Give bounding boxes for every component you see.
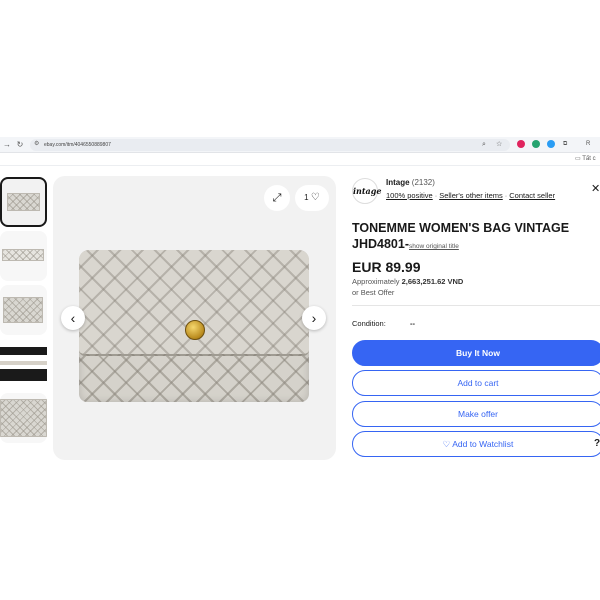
- thumbnail-bag-image: [0, 399, 47, 437]
- approx-price: Approximately 2,663,251.62 VND: [352, 277, 463, 286]
- seller-logo[interactable]: intage: [352, 178, 381, 204]
- condition-label: Condition:: [352, 319, 386, 328]
- chevron-right-icon[interactable]: ›: [302, 306, 326, 330]
- approx-label: Approximately: [352, 277, 400, 286]
- thumbnail-4[interactable]: [0, 339, 47, 389]
- thumbnail-3[interactable]: [0, 285, 47, 335]
- site-info-icon[interactable]: ⚙: [34, 141, 41, 148]
- watch-button[interactable]: 1 ♡: [295, 185, 329, 211]
- heart-icon: ♡: [310, 192, 320, 203]
- bag-flap: [79, 250, 309, 356]
- bookmark-folder[interactable]: ▭ Tất c: [575, 155, 596, 164]
- best-offer-text: or Best Offer: [352, 288, 395, 297]
- product-bag-image: [79, 250, 309, 402]
- price: EUR 89.99: [352, 259, 421, 275]
- contact-seller-link[interactable]: Contact seller: [509, 191, 555, 200]
- blue-extension-icon[interactable]: [547, 140, 555, 148]
- bookmark-folder-label: Tất c: [582, 156, 596, 162]
- forward-icon[interactable]: →: [2, 138, 12, 152]
- seller-name[interactable]: Intage (2132): [386, 178, 435, 187]
- seller-feedback-count: (2132): [411, 178, 435, 187]
- reload-icon[interactable]: ↻: [15, 138, 25, 152]
- positive-feedback-link[interactable]: 100% positive: [386, 191, 433, 200]
- green-extension-icon[interactable]: [532, 140, 540, 148]
- thumbnail-bag-image: [7, 193, 40, 211]
- watch-count: 1: [304, 193, 309, 202]
- add-to-cart-button[interactable]: Add to cart: [352, 370, 600, 396]
- show-original-title-link[interactable]: show original title: [409, 243, 459, 250]
- address-bar[interactable]: ⚙ ebay.com/itm/4046550889807 ⌕ ☆: [30, 139, 510, 151]
- main-product-image[interactable]: ⤢ 1 ♡ ‹ ›: [53, 176, 336, 460]
- url-text[interactable]: ebay.com/itm/4046550889807: [44, 140, 111, 150]
- bookmark-star-icon[interactable]: ☆: [496, 140, 502, 150]
- chevron-left-icon[interactable]: ‹: [61, 306, 85, 330]
- browser-toolbar: → ↻ ⚙ ebay.com/itm/4046550889807 ⌕ ☆ ⧉ R: [0, 137, 600, 153]
- seller-links: 100% positive · Seller's other items · Conta…: [386, 191, 556, 200]
- listing-title: TONEMME WOMEN'S BAG VINTAGE JHD4801-show…: [352, 220, 592, 255]
- thumbnail-5[interactable]: [0, 393, 47, 443]
- buy-it-now-button[interactable]: Buy It Now: [352, 340, 600, 366]
- listing-title-text: TONEMME WOMEN'S BAG VINTAGE JHD4801-: [352, 221, 570, 251]
- approx-value: 2,663,251.62 VND: [401, 277, 464, 286]
- thumbnail-dark-image: [0, 339, 47, 389]
- seller-name-text[interactable]: Intage: [386, 178, 410, 187]
- pinterest-extension-icon[interactable]: [517, 140, 525, 148]
- help-icon[interactable]: ?: [594, 438, 600, 449]
- thumbnail-2[interactable]: [0, 231, 47, 281]
- gold-clasp: [185, 320, 205, 340]
- close-icon[interactable]: ✕: [591, 182, 600, 195]
- add-to-watchlist-button[interactable]: ♡ Add to Watchlist: [352, 431, 600, 457]
- add-to-watchlist-label: Add to Watchlist: [452, 439, 514, 449]
- thumbnail-bag-image: [3, 297, 43, 323]
- condition-value: --: [410, 319, 415, 328]
- heart-icon: ♡: [442, 439, 451, 449]
- bookmarks-bar: ▭ Tất c: [0, 153, 600, 166]
- zoom-icon[interactable]: ⌕: [482, 140, 486, 150]
- profile-icon[interactable]: R: [586, 138, 590, 150]
- divider: [352, 305, 600, 306]
- expand-icon[interactable]: ⤢: [264, 185, 290, 211]
- thumbnail-1[interactable]: [0, 177, 47, 227]
- seller-other-items-link[interactable]: Seller's other items: [439, 191, 503, 200]
- extensions-puzzle-icon[interactable]: ⧉: [563, 138, 567, 150]
- make-offer-button[interactable]: Make offer: [352, 401, 600, 427]
- thumbnail-bag-image: [2, 249, 44, 261]
